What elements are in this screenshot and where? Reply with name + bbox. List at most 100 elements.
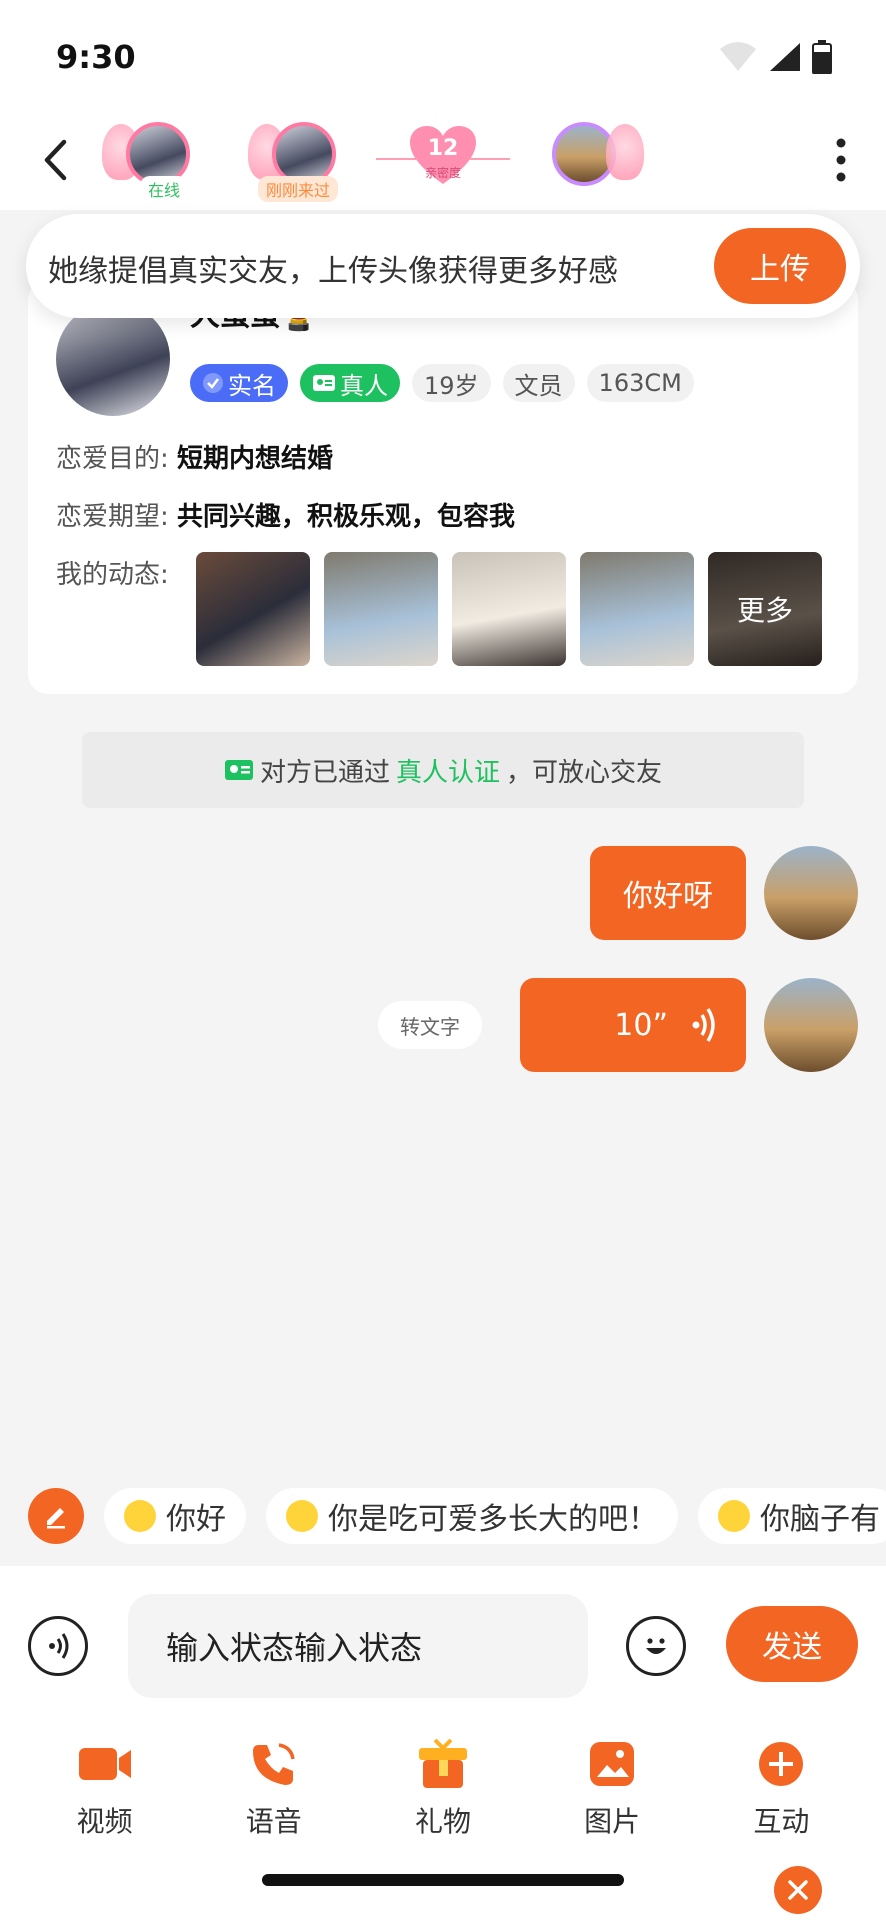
moments-gallery: 更多 [196, 552, 822, 666]
edit-quick-reply-button[interactable] [28, 1488, 84, 1544]
status-bar: 9:30 [0, 0, 886, 110]
moment-photo[interactable] [452, 552, 566, 666]
verify-prefix: 对方已通过 [259, 757, 390, 788]
verify-notice: 对方已通过 真人认证 ，可放心交友 [82, 732, 804, 808]
upload-avatar-banner: 她缘提倡真实交友，上传头像获得更多好感 上传 [26, 214, 860, 318]
moment-photo[interactable] [580, 552, 694, 666]
emoji-button[interactable] [626, 1616, 686, 1676]
chat-header: 在线 刚刚来过 12 亲密度 [0, 110, 886, 210]
send-button[interactable]: 发送 [726, 1606, 858, 1682]
image-icon [584, 1738, 640, 1790]
video-icon [77, 1738, 133, 1790]
purpose-row: 恋爱目的: 短期内想结婚 [56, 438, 333, 475]
battery-icon [812, 40, 832, 74]
voice-input-button[interactable] [28, 1616, 88, 1676]
more-label: 更多 [708, 552, 822, 666]
header-avatar-visit[interactable]: 刚刚来过 [244, 118, 364, 204]
moment-more[interactable]: 更多 [708, 552, 822, 666]
quick-reply-text: 你脑子有 [760, 1502, 880, 1537]
quick-reply-text: 你好 [166, 1502, 226, 1537]
job-tag: 文员 [502, 364, 575, 402]
tool-video[interactable]: 视频 [45, 1738, 165, 1840]
realname-label: 实名 [228, 371, 276, 400]
tool-label: 礼物 [414, 1805, 471, 1838]
moment-photo[interactable] [324, 552, 438, 666]
wing-right-icon [606, 124, 644, 180]
message-bubble[interactable]: 你好呀 [590, 846, 746, 940]
status-time: 9:30 [56, 38, 136, 76]
upload-button[interactable]: 上传 [714, 228, 846, 304]
close-button[interactable] [774, 1866, 822, 1914]
expect-row: 恋爱期望: 共同兴趣，积极乐观，包容我 [56, 496, 515, 533]
wifi-icon [720, 42, 756, 71]
plus-icon [753, 1738, 809, 1790]
laugh-emoji-icon [718, 1500, 750, 1532]
grin-emoji-icon [124, 1500, 156, 1532]
tool-gift[interactable]: 礼物 [383, 1738, 503, 1840]
status-icons [718, 40, 832, 74]
voice-message-row: 转文字 10” [378, 978, 858, 1072]
verify-suffix: ，可放心交友 [506, 757, 663, 788]
realperson-label: 真人 [340, 371, 388, 400]
to-text-button[interactable]: 转文字 [378, 1001, 482, 1049]
voice-icon [49, 1633, 69, 1659]
voice-wave-icon [692, 1008, 715, 1042]
realname-tag: 实名 [190, 364, 288, 402]
purpose-label: 恋爱目的: [56, 444, 169, 474]
profile-tags: 实名 真人 19岁 文员 163CM [190, 364, 694, 402]
back-button[interactable] [30, 130, 80, 190]
input-panel: 输入状态输入状态 发送 视频 语音 礼物 图片 互动 [0, 1566, 886, 1920]
id-card-icon [313, 375, 335, 391]
intimacy-value: 12 [427, 136, 459, 161]
phone-icon [246, 1738, 302, 1790]
smile-icon [646, 1638, 666, 1654]
gift-icon [415, 1738, 471, 1790]
banner-text: 她缘提倡真实交友，上传头像获得更多好感 [48, 254, 618, 289]
more-vertical-icon [836, 138, 846, 182]
profile-card: 大蛋蛋💄 实名 真人 19岁 文员 163CM 恋爱目的: 短期内想结婚 恋爱期… [28, 280, 858, 694]
quick-reply-chip[interactable]: 你脑子有 [698, 1488, 886, 1544]
online-label: 在线 [140, 176, 189, 202]
header-avatar-her[interactable]: 在线 [98, 118, 218, 204]
purpose-value: 短期内想结婚 [177, 444, 334, 474]
quick-replies: 你好 你是吃可爱多长大的吧！ 你脑子有 [28, 1488, 886, 1544]
message-row: 你好呀 [590, 846, 858, 940]
tool-interact[interactable]: 互动 [721, 1738, 841, 1840]
my-avatar[interactable] [764, 846, 858, 940]
verified-icon [203, 373, 223, 393]
voice-bubble[interactable]: 10” [520, 978, 746, 1072]
tool-label: 互动 [753, 1805, 810, 1838]
tool-image[interactable]: 图片 [552, 1738, 672, 1840]
voice-duration: 10” [614, 1007, 668, 1043]
moments-label: 我的动态: [56, 560, 169, 590]
height-tag: 163CM [586, 364, 694, 402]
back-arrow-icon [44, 139, 67, 181]
quick-reply-chip[interactable]: 你好 [104, 1488, 246, 1544]
more-button[interactable] [816, 130, 866, 190]
chat-toolbar: 视频 语音 礼物 图片 互动 [0, 1738, 886, 1840]
my-avatar[interactable] [764, 978, 858, 1072]
message-input[interactable]: 输入状态输入状态 [128, 1594, 588, 1698]
signal-icon [770, 43, 800, 71]
cool-emoji-icon [286, 1500, 318, 1532]
visited-label: 刚刚来过 [258, 176, 339, 202]
tool-label: 视频 [76, 1805, 133, 1838]
quick-reply-chip[interactable]: 你是吃可爱多长大的吧！ [266, 1488, 678, 1544]
verify-link[interactable]: 真人认证 [396, 752, 500, 789]
home-indicator[interactable] [262, 1874, 624, 1886]
tool-label: 语音 [245, 1805, 302, 1838]
expect-label: 恋爱期望: [56, 502, 169, 532]
intimacy-label: 亲密度 [424, 166, 461, 180]
pen-icon [47, 1508, 65, 1529]
realperson-tag: 真人 [300, 364, 400, 402]
id-card-icon [224, 760, 253, 780]
tool-voice-call[interactable]: 语音 [214, 1738, 334, 1840]
age-tag: 19岁 [412, 364, 491, 402]
tool-label: 图片 [584, 1805, 641, 1838]
intimacy-badge[interactable]: 12 亲密度 [408, 124, 478, 188]
moment-photo[interactable] [196, 552, 310, 666]
quick-reply-text: 你是吃可爱多长大的吧！ [328, 1502, 658, 1537]
expect-value: 共同兴趣，积极乐观，包容我 [177, 502, 516, 532]
profile-avatar[interactable] [56, 302, 170, 416]
header-avatar-me[interactable] [524, 118, 644, 204]
